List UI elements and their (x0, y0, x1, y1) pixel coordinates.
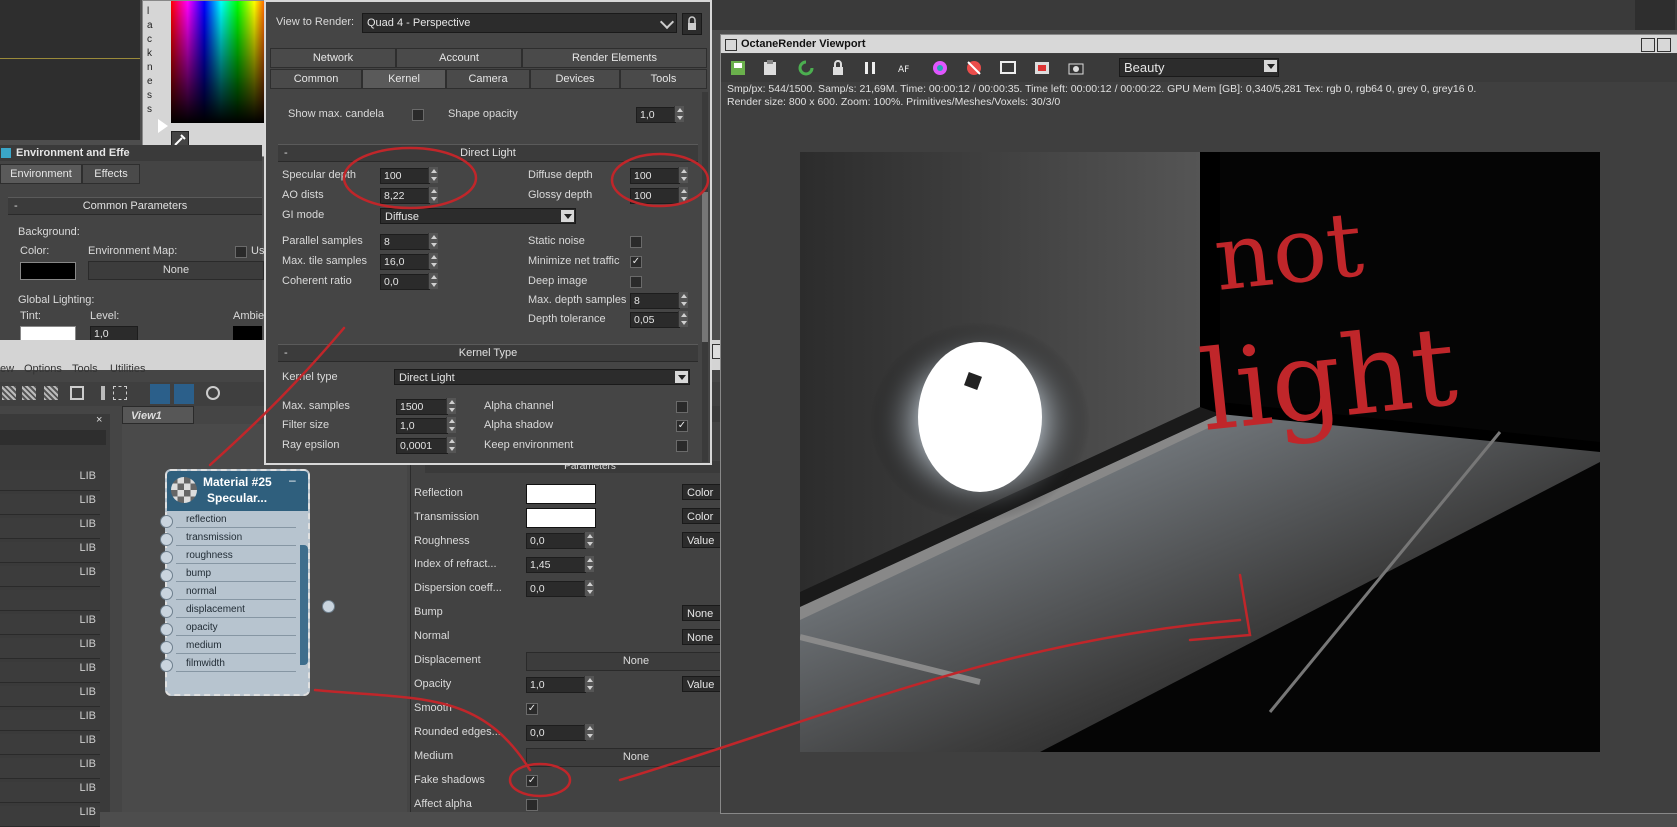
circle-diffuse-glossy (610, 152, 710, 208)
circle-fake-shadows (508, 762, 572, 798)
arrow-to-fake-shadows (313, 688, 532, 772)
arrow-to-floor (618, 618, 1242, 782)
annotation-not: not (1209, 192, 1367, 312)
annotation-light: light (1194, 302, 1462, 456)
annotation-overlay: not light (208, 146, 1462, 798)
arrow-to-node (208, 326, 346, 467)
arrowhead (1188, 573, 1252, 642)
circle-specular-ao (342, 146, 478, 210)
